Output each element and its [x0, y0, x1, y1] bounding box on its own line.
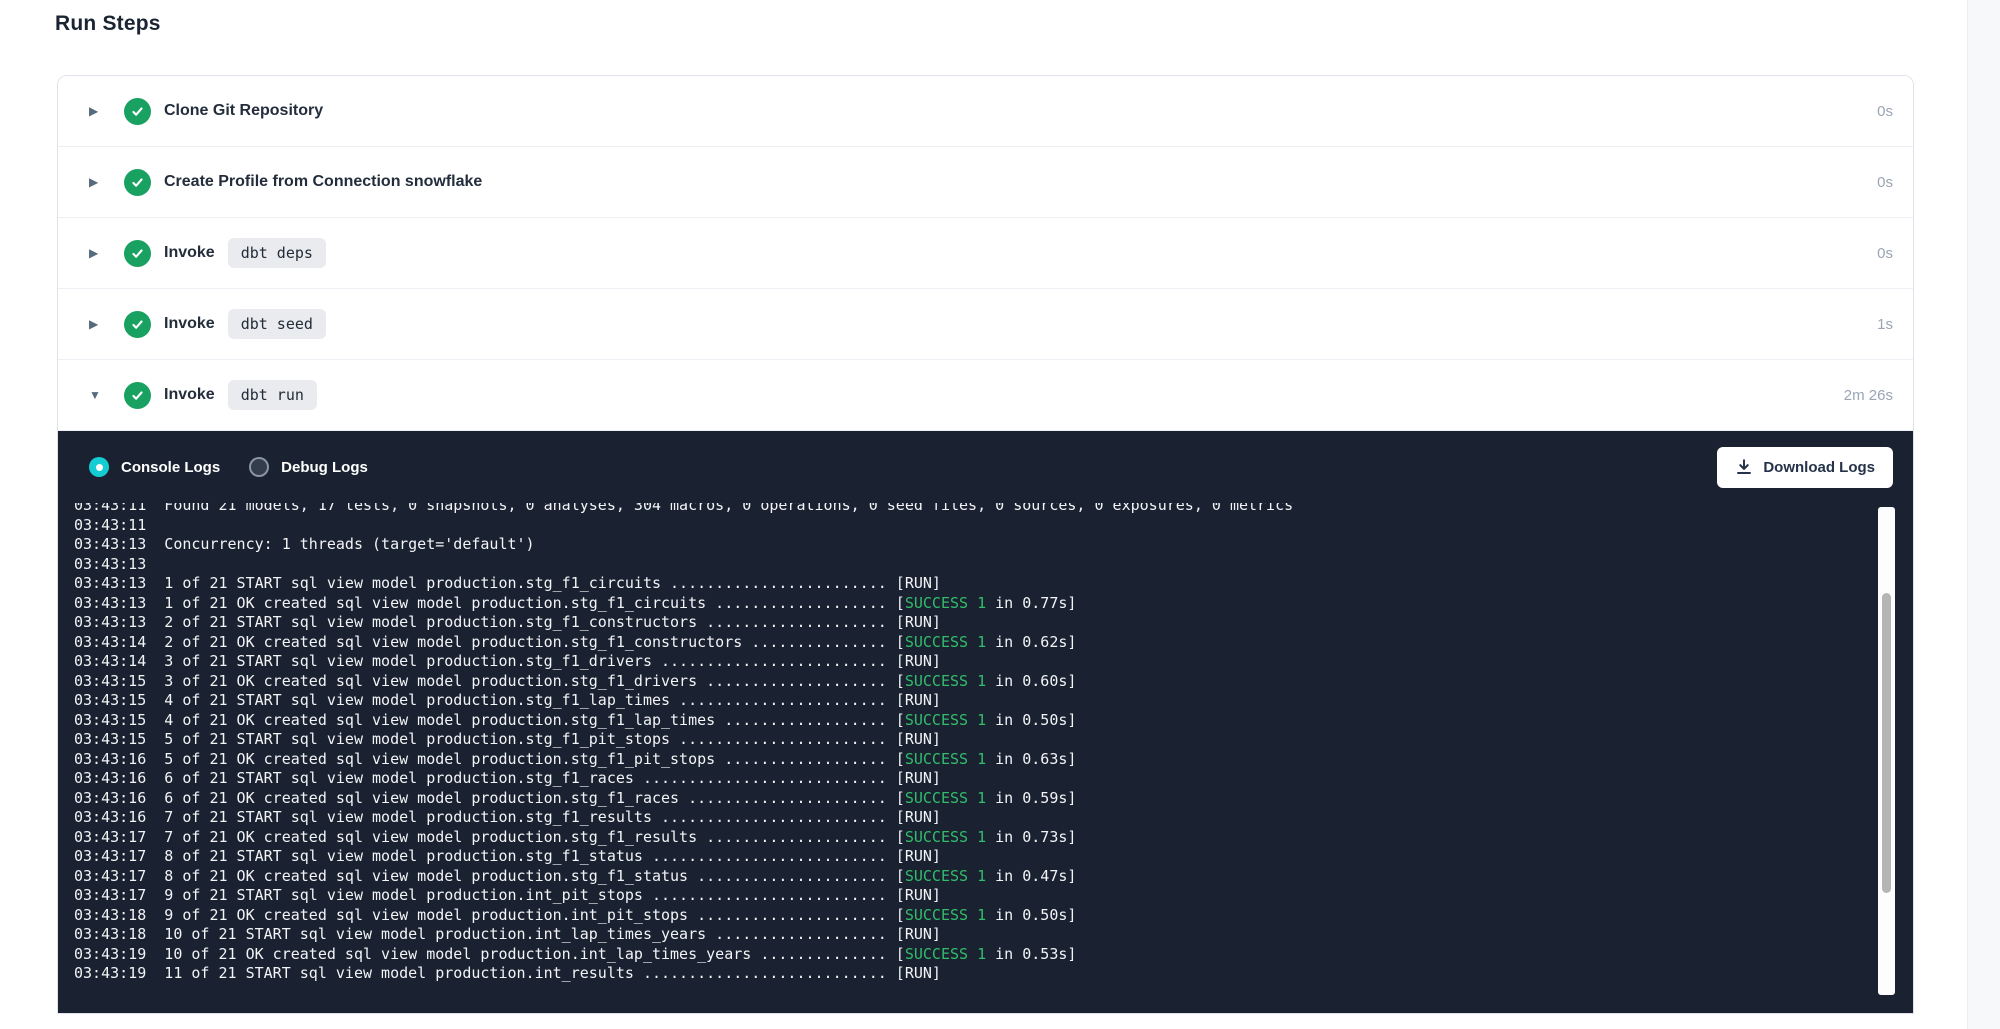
- log-line: 03:43:19 11 of 21 START sql view model p…: [74, 964, 1913, 984]
- step-command-chip: dbt deps: [228, 238, 326, 268]
- step-duration: 0s: [1877, 103, 1893, 120]
- log-line: 03:43:13 1 of 21 OK created sql view mod…: [74, 594, 1913, 614]
- log-line: 03:43:17 8 of 21 OK created sql view mod…: [74, 867, 1913, 887]
- log-success-text: SUCCESS 1: [905, 672, 986, 690]
- log-line: 03:43:11: [74, 516, 1913, 536]
- log-line: 03:43:17 7 of 21 OK created sql view mod…: [74, 828, 1913, 848]
- step-label: Invoke: [164, 244, 215, 262]
- step-command-chip: dbt run: [228, 380, 317, 410]
- log-line: 03:43:16 5 of 21 OK created sql view mod…: [74, 750, 1913, 770]
- page-right-gutter: [1967, 0, 2000, 1029]
- console-scrollbar-thumb[interactable]: [1882, 593, 1891, 893]
- chevron-down-icon[interactable]: ▼: [89, 389, 105, 401]
- log-success-text: SUCCESS 1: [905, 945, 986, 963]
- radio-debug-logs-label: Debug Logs: [281, 459, 368, 476]
- log-success-text: SUCCESS 1: [905, 750, 986, 768]
- log-line: 03:43:17 8 of 21 START sql view model pr…: [74, 847, 1913, 867]
- step-label: Invoke: [164, 315, 215, 333]
- step-row-invoke-dbt-deps[interactable]: ▶ Invoke dbt deps 0s: [58, 218, 1913, 289]
- radio-console-logs-label: Console Logs: [121, 459, 220, 476]
- step-duration: 0s: [1877, 174, 1893, 191]
- log-line: 03:43:11 Found 21 models, 17 tests, 0 sn…: [74, 503, 1913, 516]
- log-line: 03:43:13 1 of 21 START sql view model pr…: [74, 574, 1913, 594]
- radio-unselected-icon[interactable]: [249, 457, 269, 477]
- success-check-icon: [124, 311, 151, 338]
- download-icon: [1735, 458, 1753, 476]
- log-line: 03:43:14 3 of 21 START sql view model pr…: [74, 652, 1913, 672]
- chevron-right-icon[interactable]: ▶: [89, 318, 105, 330]
- console-panel: Console Logs Debug Logs Download Logs 03…: [58, 431, 1913, 1013]
- log-line: 03:43:18 9 of 21 OK created sql view mod…: [74, 906, 1913, 926]
- success-check-icon: [124, 240, 151, 267]
- step-command-chip: dbt seed: [228, 309, 326, 339]
- console-log-output[interactable]: 03:43:11 Found 21 models, 17 tests, 0 sn…: [58, 503, 1913, 1011]
- download-logs-button[interactable]: Download Logs: [1717, 447, 1893, 488]
- step-row-invoke-dbt-seed[interactable]: ▶ Invoke dbt seed 1s: [58, 289, 1913, 360]
- log-line: 03:43:18 10 of 21 START sql view model p…: [74, 925, 1913, 945]
- log-line: 03:43:16 6 of 21 START sql view model pr…: [74, 769, 1913, 789]
- log-line: 03:43:15 4 of 21 OK created sql view mod…: [74, 711, 1913, 731]
- page-title: Run Steps: [55, 12, 161, 36]
- log-success-text: SUCCESS 1: [905, 594, 986, 612]
- log-success-text: SUCCESS 1: [905, 906, 986, 924]
- success-check-icon: [124, 382, 151, 409]
- chevron-right-icon[interactable]: ▶: [89, 247, 105, 259]
- log-success-text: SUCCESS 1: [905, 867, 986, 885]
- log-line: 03:43:19 10 of 21 OK created sql view mo…: [74, 945, 1913, 965]
- success-check-icon: [124, 98, 151, 125]
- log-line: 03:43:16 7 of 21 START sql view model pr…: [74, 808, 1913, 828]
- radio-console-logs[interactable]: Console Logs: [89, 457, 220, 477]
- log-line: 03:43:14 2 of 21 OK created sql view mod…: [74, 633, 1913, 653]
- step-row-create-profile-from-connection-snowflake[interactable]: ▶ Create Profile from Connection snowflak…: [58, 147, 1913, 218]
- step-label: Clone Git Repository: [164, 102, 323, 120]
- step-duration: 1s: [1877, 316, 1893, 333]
- log-success-text: SUCCESS 1: [905, 633, 986, 651]
- log-line: 03:43:16 6 of 21 OK created sql view mod…: [74, 789, 1913, 809]
- step-duration: 2m 26s: [1844, 387, 1893, 404]
- log-success-text: SUCCESS 1: [905, 828, 986, 846]
- steps-list: ▶ Clone Git Repository 0s ▶ Create Profile f…: [58, 76, 1913, 431]
- radio-debug-logs[interactable]: Debug Logs: [249, 457, 368, 477]
- log-line: 03:43:17 9 of 21 START sql view model pr…: [74, 886, 1913, 906]
- log-line: 03:43:13 Concurrency: 1 threads (target=…: [74, 535, 1913, 555]
- console-scrollbar[interactable]: [1878, 507, 1895, 995]
- log-line: 03:43:13: [74, 555, 1913, 575]
- log-line: 03:43:15 4 of 21 START sql view model pr…: [74, 691, 1913, 711]
- log-line: 03:43:13 2 of 21 START sql view model pr…: [74, 613, 1913, 633]
- log-line: 03:43:15 3 of 21 OK created sql view mod…: [74, 672, 1913, 692]
- run-steps-card: ▶ Clone Git Repository 0s ▶ Create Profile f…: [57, 75, 1914, 1014]
- log-line: 03:43:15 5 of 21 START sql view model pr…: [74, 730, 1913, 750]
- step-row-clone-git-repository[interactable]: ▶ Clone Git Repository 0s: [58, 76, 1913, 147]
- step-duration: 0s: [1877, 245, 1893, 262]
- log-success-text: SUCCESS 1: [905, 711, 986, 729]
- step-label: Create Profile from Connection snowflake: [164, 173, 482, 191]
- step-label: Invoke: [164, 386, 215, 404]
- radio-selected-icon[interactable]: [89, 457, 109, 477]
- log-success-text: SUCCESS 1: [905, 789, 986, 807]
- success-check-icon: [124, 169, 151, 196]
- console-header: Console Logs Debug Logs Download Logs: [58, 431, 1913, 503]
- step-row-invoke-dbt-run[interactable]: ▼ Invoke dbt run 2m 26s: [58, 360, 1913, 431]
- chevron-right-icon[interactable]: ▶: [89, 176, 105, 188]
- chevron-right-icon[interactable]: ▶: [89, 105, 105, 117]
- download-logs-label: Download Logs: [1763, 459, 1875, 476]
